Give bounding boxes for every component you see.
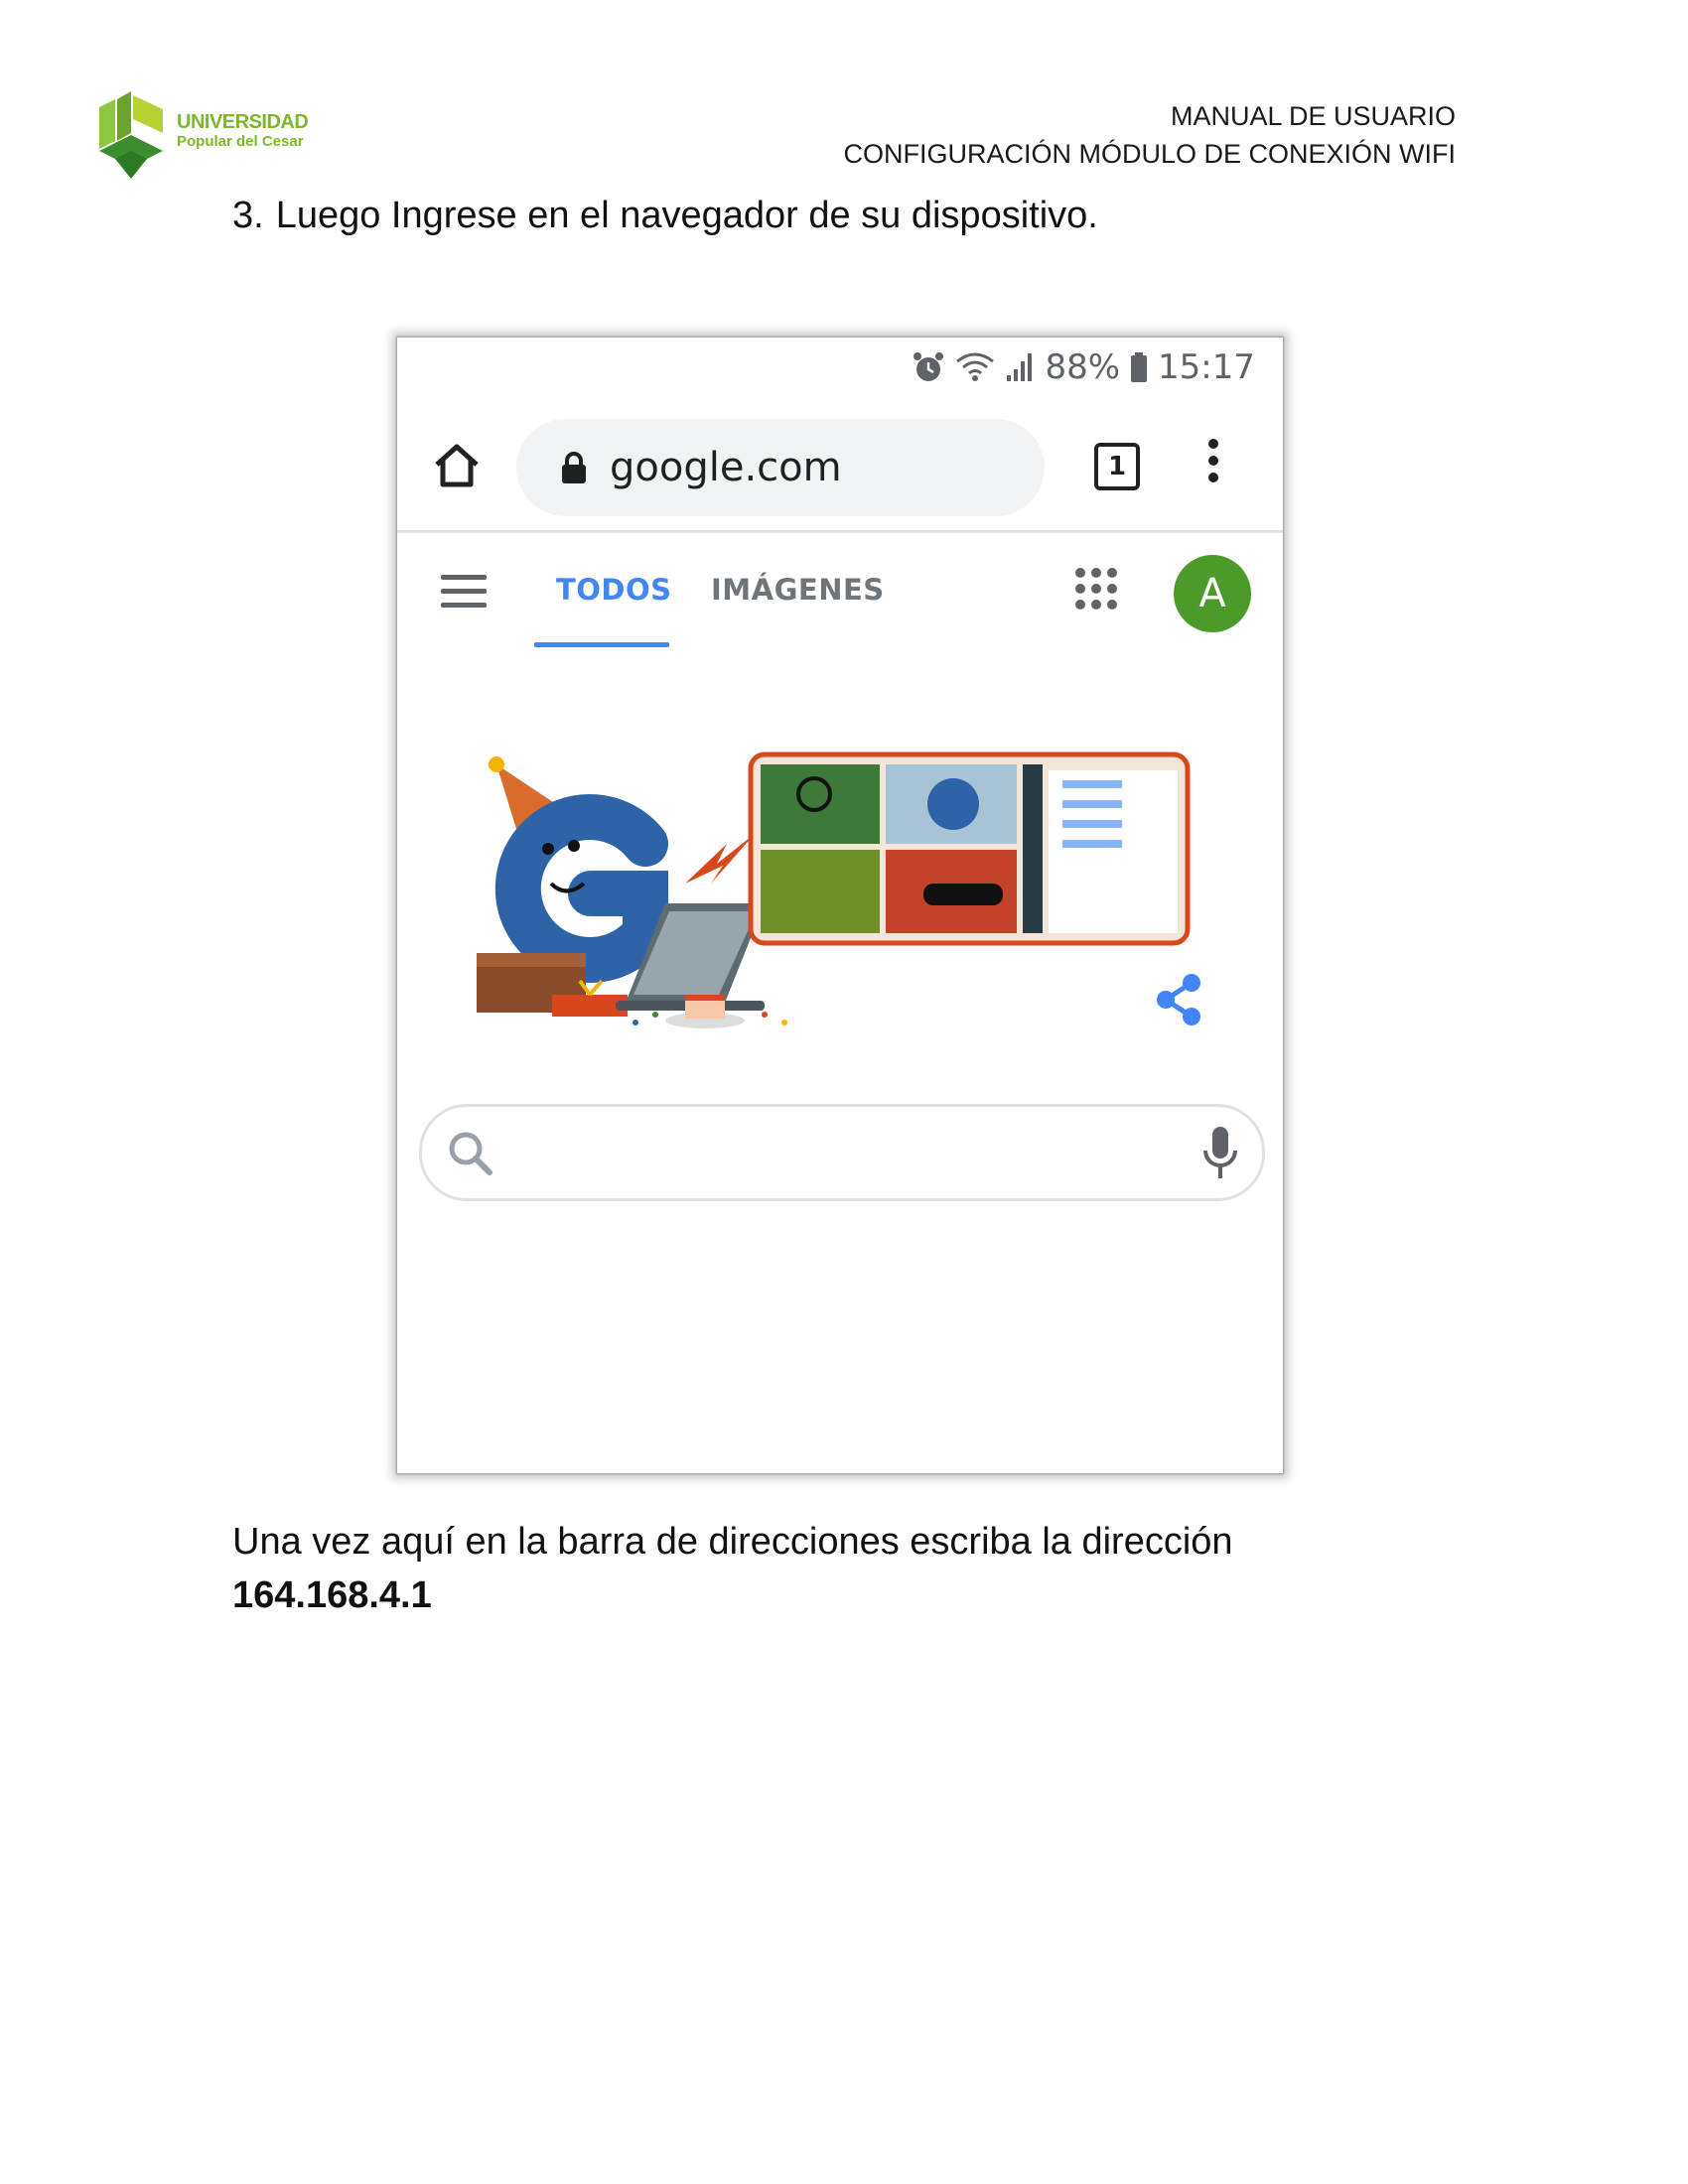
- phone-screenshot: 88% 15:17 google.com 1 TODOS IMÁGENES A: [397, 338, 1283, 1473]
- header-subtitle: CONFIGURACIÓN MÓDULO DE CONEXIÓN WIFI: [843, 139, 1456, 169]
- google-doodle[interactable]: [457, 735, 1241, 1032]
- hamburger-icon[interactable]: [441, 575, 487, 611]
- step-text: Luego Ingrese en el navegador de su disp…: [275, 195, 1098, 236]
- lock-icon: [562, 452, 586, 483]
- logo-line1: UNIVERSIDAD: [177, 111, 309, 133]
- step-number: 3.: [232, 195, 264, 236]
- tab-imagenes[interactable]: IMÁGENES: [711, 573, 885, 607]
- battery-percent: 88%: [1045, 347, 1121, 387]
- active-tab-indicator: [534, 642, 669, 647]
- mic-icon[interactable]: [1200, 1125, 1240, 1180]
- logo-line2: Popular del Cesar: [177, 133, 304, 150]
- status-time: 15:17: [1158, 347, 1255, 387]
- ip-address: 164.168.4.1: [232, 1574, 432, 1616]
- logo-mark-icon: [99, 91, 163, 179]
- tab-todos[interactable]: TODOS: [556, 573, 672, 607]
- browser-toolbar: google.com 1: [397, 399, 1283, 533]
- document-header: MANUAL DE USUARIO CONFIGURACIÓN MÓDULO D…: [843, 97, 1456, 173]
- signal-icon: [1007, 353, 1033, 381]
- apps-icon[interactable]: [1074, 567, 1118, 611]
- more-vert-icon[interactable]: [1203, 439, 1223, 492]
- header-title: MANUAL DE USUARIO: [1170, 101, 1456, 131]
- home-icon[interactable]: [431, 439, 483, 490]
- step-instruction: 3. Luego Ingrese en el navegador de su di…: [232, 195, 1098, 237]
- share-icon[interactable]: [1154, 973, 1203, 1026]
- instruction-paragraph: Una vez aquí en la barra de direcciones …: [232, 1515, 1233, 1622]
- avatar[interactable]: A: [1174, 555, 1251, 632]
- university-logo: UNIVERSIDAD Popular del Cesar: [97, 89, 309, 185]
- address-bar[interactable]: google.com: [516, 419, 1045, 516]
- tabs-icon[interactable]: 1: [1094, 443, 1140, 490]
- battery-icon: [1131, 352, 1148, 382]
- google-search-box[interactable]: [419, 1104, 1265, 1201]
- alarm-icon: [914, 352, 944, 381]
- address-url: google.com: [610, 445, 842, 490]
- google-nav: TODOS IMÁGENES A: [397, 533, 1283, 652]
- paragraph-text: Una vez aquí en la barra de direcciones …: [232, 1521, 1233, 1563]
- search-icon: [449, 1132, 492, 1175]
- wifi-icon: [956, 352, 995, 381]
- status-bar: 88% 15:17: [912, 345, 1255, 389]
